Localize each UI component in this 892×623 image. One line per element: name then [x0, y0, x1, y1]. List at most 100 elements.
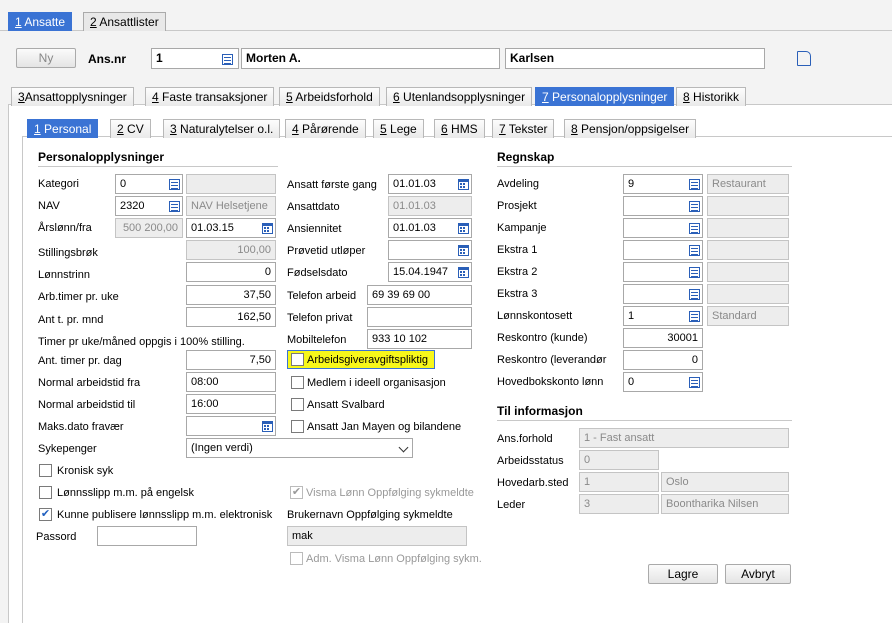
avdeling-lookup-icon[interactable]: [686, 175, 702, 193]
fodselsdato-calendar-icon[interactable]: [455, 263, 471, 281]
ansiennitet-calendar-icon[interactable]: [455, 219, 471, 237]
passord-field[interactable]: [97, 526, 197, 546]
tab-ansatte[interactable]: 1 Ansatte: [8, 12, 73, 31]
adm-checkbox: [290, 552, 303, 565]
last-name-field[interactable]: Karlsen: [505, 48, 765, 69]
arbtimer-field[interactable]: 37,50: [186, 285, 276, 305]
lonnskontosett-name-field: Standard: [707, 306, 789, 326]
ekstra2-label: Ekstra 2: [497, 266, 538, 278]
kategori-name-field: [186, 174, 276, 194]
anttpr-field[interactable]: 162,50: [186, 307, 276, 327]
fodselsdato-label: Fødselsdato: [287, 267, 348, 279]
leder-name-field: Boontharika Nilsen: [661, 494, 789, 514]
svalbard-checkbox[interactable]: [291, 398, 304, 411]
maks-label: Maks.dato fravær: [38, 421, 124, 433]
tab-utenlandsopplysninger[interactable]: 6 Utenlandsopplysninger: [386, 87, 533, 106]
personal-section-title: Personalopplysninger: [38, 150, 278, 167]
normal-til-field[interactable]: 16:00: [186, 394, 276, 414]
ekstra1-lookup-icon[interactable]: [686, 241, 702, 259]
ekstra1-label: Ekstra 1: [497, 244, 538, 256]
tab-arbeidsforhold[interactable]: 5 Arbeidsforhold: [279, 87, 380, 106]
lonnsslipp-engelsk-checkbox[interactable]: [39, 486, 52, 499]
reskontro-kunde-label: Reskontro (kunde): [497, 332, 588, 344]
tab-historikk[interactable]: 8 Historikk: [676, 87, 747, 106]
prosjekt-label: Prosjekt: [497, 200, 537, 212]
forste-gang-label: Ansatt første gang: [287, 179, 377, 191]
tab-ansattlister[interactable]: 2 Ansattlister: [83, 12, 166, 31]
tab-lege[interactable]: 5 Lege: [373, 119, 424, 138]
reskontro-kunde-field[interactable]: 30001: [623, 328, 703, 348]
first-name-field[interactable]: Morten A.: [241, 48, 500, 69]
tab-ansattopplysninger[interactable]: 3Ansattopplysninger: [11, 87, 134, 106]
jan-mayen-checkbox[interactable]: [291, 420, 304, 433]
tab-hms[interactable]: 6 HMS: [434, 119, 485, 138]
medlem-checkbox[interactable]: [291, 376, 304, 389]
arslonn-fra-calendar-icon[interactable]: [259, 219, 275, 237]
top-tab-bar: 1 Ansatte 2 Ansattlister: [0, 0, 892, 31]
ansattdato-label: Ansattdato: [287, 201, 340, 213]
maks-calendar-icon[interactable]: [259, 417, 275, 435]
ekstra2-lookup-icon[interactable]: [686, 263, 702, 281]
kampanje-label: Kampanje: [497, 222, 547, 234]
mobil-field[interactable]: 933 10 102: [367, 329, 472, 349]
reskontro-lev-field[interactable]: 0: [623, 350, 703, 370]
tab-cv[interactable]: 2 CV: [110, 119, 151, 138]
hovedarb-name-field: Oslo: [661, 472, 789, 492]
sykepenger-select[interactable]: (Ingen verdi): [186, 438, 413, 458]
arbeidsgiveravgift-checkbox[interactable]: [291, 353, 304, 366]
arslonn-label: Årslønn/fra: [38, 222, 92, 234]
stillingsbrok-label: Stillingsbrøk: [38, 247, 98, 259]
anttimer-dag-field[interactable]: 7,50: [186, 350, 276, 370]
prosjekt-lookup-icon[interactable]: [686, 197, 702, 215]
arbtimer-label: Arb.timer pr. uke: [38, 291, 119, 303]
avbryt-button[interactable]: Avbryt: [725, 564, 791, 584]
lonnskontosett-lookup-icon[interactable]: [686, 307, 702, 325]
ansattdato-field: 01.01.03: [388, 196, 472, 216]
normal-fra-field[interactable]: 08:00: [186, 372, 276, 392]
lonnstrinn-field[interactable]: 0: [186, 262, 276, 282]
ekstra3-lookup-icon[interactable]: [686, 285, 702, 303]
mobil-label: Mobiltelefon: [287, 334, 347, 346]
forste-gang-calendar-icon[interactable]: [455, 175, 471, 193]
avdeling-name-field: Restaurant: [707, 174, 789, 194]
tab-personal[interactable]: 1 Personal: [27, 119, 99, 138]
ans-nr-lookup-icon[interactable]: [219, 50, 235, 68]
new-button[interactable]: Ny: [16, 48, 76, 68]
tab-tekster[interactable]: 7 Tekster: [492, 119, 555, 138]
brukernavn-label: Brukernavn Oppfølging sykmeldte: [287, 509, 453, 521]
telefon-arbeid-field[interactable]: 69 39 69 00: [367, 285, 472, 305]
visma-oppfolging-checkbox: ✔: [290, 486, 303, 499]
ekstra2-name-field: [707, 262, 789, 282]
tab-faste-transaksjoner[interactable]: 4 Faste transaksjoner: [145, 87, 275, 106]
tab-parorende[interactable]: 4 Pårørende: [285, 119, 366, 138]
lonnskontosett-label: Lønnskontosett: [497, 310, 573, 322]
kronisk-syk-label: Kronisk syk: [57, 465, 114, 477]
chevron-down-icon: [398, 442, 409, 453]
kategori-label: Kategori: [38, 178, 79, 190]
hovedarb-label: Hovedarb.sted: [497, 477, 569, 489]
tab-pensjon-oppsigelser[interactable]: 8 Pensjon/oppsigelser: [564, 119, 697, 138]
kategori-lookup-icon[interactable]: [166, 175, 182, 193]
nav-lookup-icon[interactable]: [166, 197, 182, 215]
nav-name-field: NAV Helsetjene: [186, 196, 276, 216]
ekstra1-name-field: [707, 240, 789, 260]
lagre-button[interactable]: Lagre: [648, 564, 718, 584]
lonnstrinn-label: Lønnstrinn: [38, 269, 90, 281]
jan-mayen-label: Ansatt Jan Mayen og bilandene: [307, 421, 462, 433]
provetid-calendar-icon[interactable]: [455, 241, 471, 259]
tab-naturalytelser[interactable]: 3 Naturalytelser o.l.: [163, 119, 281, 138]
kampanje-lookup-icon[interactable]: [686, 219, 702, 237]
note-icon[interactable]: [797, 51, 811, 66]
ans-nr-label: Ans.nr: [88, 52, 127, 66]
passord-label: Passord: [36, 531, 77, 543]
svalbard-label: Ansatt Svalbard: [307, 399, 385, 411]
telefon-privat-field[interactable]: [367, 307, 472, 327]
hovedbok-label: Hovedbokskonto lønn: [497, 376, 604, 388]
tab-personalopplysninger[interactable]: 7 Personalopplysninger: [535, 87, 675, 106]
provetid-label: Prøvetid utløper: [287, 245, 366, 257]
kronisk-syk-checkbox[interactable]: [39, 464, 52, 477]
hovedbok-lookup-icon[interactable]: [686, 373, 702, 391]
kunne-publisere-checkbox[interactable]: ✔: [39, 508, 52, 521]
kunne-publisere-label: Kunne publisere lønnsslipp m.m. elektron…: [57, 509, 273, 521]
brukernavn-field: mak: [287, 526, 467, 546]
